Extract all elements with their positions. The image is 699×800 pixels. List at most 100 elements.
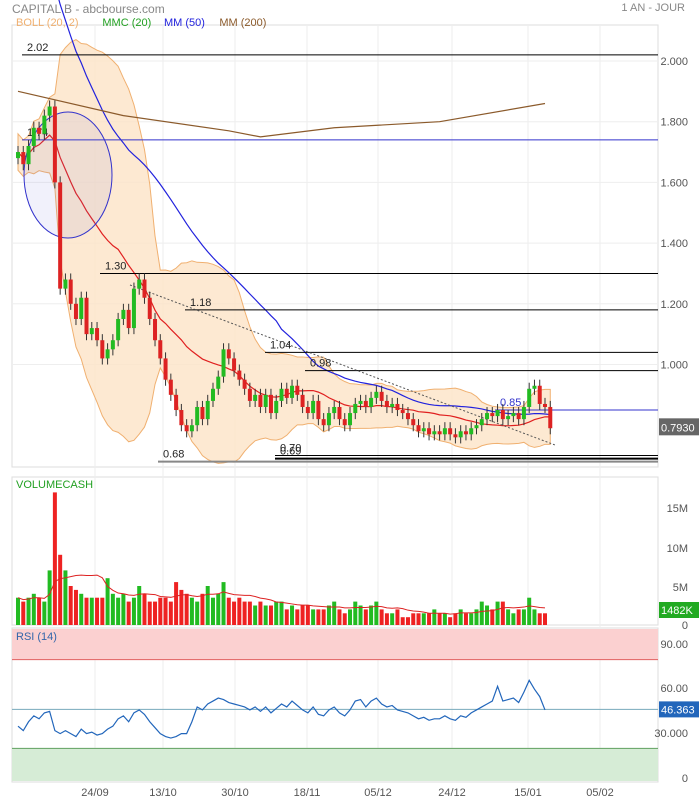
volume-bar xyxy=(42,601,47,625)
volume-bar xyxy=(37,597,42,625)
candle-body xyxy=(337,406,342,420)
candle-body xyxy=(279,388,284,401)
candle-body xyxy=(543,403,547,407)
legend-item: MM (200) xyxy=(219,17,266,29)
volume-bar xyxy=(353,601,358,625)
rsi-tick: 60.00 xyxy=(660,683,688,695)
candle-body xyxy=(437,431,442,435)
volume-bar xyxy=(337,609,342,625)
price-tick-label: 1.200 xyxy=(660,299,688,311)
candle-body xyxy=(463,431,468,435)
volume-bar xyxy=(205,586,210,625)
candle-body xyxy=(305,406,310,414)
volume-bar xyxy=(163,597,168,625)
candle-body xyxy=(506,416,511,420)
candle-body xyxy=(147,297,152,319)
candle-body xyxy=(274,400,279,414)
last-price-label: 0.7930 xyxy=(661,422,695,434)
annotation-label: 0.98 xyxy=(310,358,331,370)
volume-bar xyxy=(543,613,547,625)
candle-body xyxy=(500,410,505,420)
candle-body xyxy=(458,431,463,438)
volume-bar xyxy=(253,605,258,625)
candle-body xyxy=(311,400,316,414)
volume-bar xyxy=(442,613,447,625)
volume-bar xyxy=(374,601,379,625)
annotation-label: 1.30 xyxy=(105,260,126,272)
x-tick-label: 13/10 xyxy=(149,787,177,799)
volume-bar xyxy=(21,601,26,625)
annotation-label: 2.02 xyxy=(27,42,48,54)
volume-bar xyxy=(95,597,100,625)
volume-bar xyxy=(131,597,136,625)
candle-body xyxy=(263,394,268,407)
volume-bar xyxy=(263,605,268,625)
volume-bar xyxy=(216,593,221,625)
volume-bar xyxy=(348,609,353,625)
price-tick-label: 1.000 xyxy=(660,360,688,372)
legend-item: MMC (20) xyxy=(102,17,151,29)
price-tick-label: 1.600 xyxy=(660,177,688,189)
candle-body xyxy=(421,428,426,432)
volume-bar xyxy=(511,613,516,625)
volume-bar xyxy=(258,601,263,625)
candle-body xyxy=(121,309,126,319)
volume-bar xyxy=(363,609,368,625)
candle-body xyxy=(153,318,158,341)
volume-bar xyxy=(458,609,463,625)
candle-body xyxy=(258,394,263,407)
volume-bar xyxy=(137,586,142,625)
candle-body xyxy=(416,425,421,432)
volume-tick: 15M xyxy=(667,503,688,515)
candle-body xyxy=(253,394,258,401)
candle-body xyxy=(242,379,247,389)
candle-body xyxy=(195,406,200,426)
volume-bar xyxy=(516,609,521,625)
volume-bar xyxy=(84,597,89,625)
candle-body xyxy=(400,410,405,414)
x-tick-label: 05/02 xyxy=(586,787,614,799)
candle-body xyxy=(126,309,131,329)
volume-bar xyxy=(105,578,110,625)
volume-bar xyxy=(463,613,468,625)
candle-body xyxy=(300,394,305,407)
volume-bar xyxy=(158,597,163,625)
rsi-tick: 90.00 xyxy=(660,639,688,651)
candle-body xyxy=(268,394,273,414)
volume-bar xyxy=(411,613,416,625)
candle-body xyxy=(31,127,36,146)
candle-body xyxy=(42,115,47,134)
candle-body xyxy=(163,358,168,380)
candle-body xyxy=(68,279,73,304)
rsi-overbought-zone xyxy=(12,629,658,660)
candle-body xyxy=(290,385,295,398)
volume-bar xyxy=(379,609,384,625)
volume-bar xyxy=(279,601,284,625)
x-tick-label: 15/01 xyxy=(514,787,542,799)
volume-bar xyxy=(184,593,189,625)
candle-body xyxy=(326,413,331,426)
volume-bar xyxy=(485,605,490,625)
candle-body xyxy=(205,400,210,420)
candle-body xyxy=(448,428,453,435)
candle-body xyxy=(348,413,353,426)
candle-body xyxy=(395,403,400,411)
volume-bar xyxy=(174,582,179,625)
candle-body xyxy=(16,152,20,159)
annotation-label: 1.04 xyxy=(270,339,291,351)
candle-body xyxy=(142,279,147,298)
volume-bar xyxy=(110,593,115,625)
volume-bar xyxy=(100,597,105,625)
candle-body xyxy=(226,349,231,359)
volume-bar xyxy=(200,593,205,625)
candle-body xyxy=(295,385,300,395)
volume-bar xyxy=(390,613,395,625)
volume-bar xyxy=(58,554,63,625)
price-tick-label: 2.000 xyxy=(660,56,688,68)
volume-bar xyxy=(453,613,458,625)
candle-body xyxy=(495,410,500,417)
volume-tick: 5M xyxy=(673,582,688,594)
candle-body xyxy=(390,403,395,407)
volume-bar xyxy=(326,605,331,625)
volume-bar xyxy=(284,609,289,625)
